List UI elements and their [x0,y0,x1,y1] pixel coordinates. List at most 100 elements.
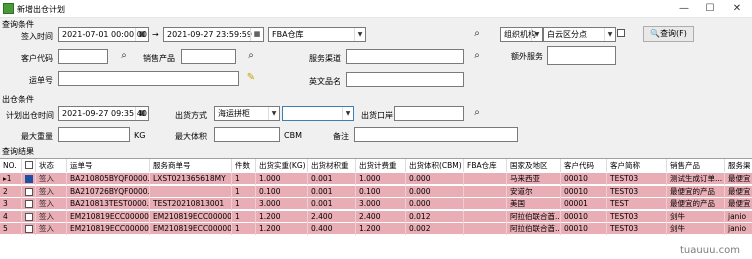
column-header[interactable]: 出货计费重 [356,159,406,172]
column-header[interactable]: 销售产品 [667,159,725,172]
row-checkbox[interactable] [25,200,33,209]
org-checkbox[interactable] [617,29,625,37]
row-checkbox[interactable] [25,225,33,234]
select-all-checkbox[interactable] [25,161,33,169]
query-button[interactable]: 🔍查询(F) [643,26,694,42]
table-row[interactable]: 3 签入 BA210813TEST0000... TEST20210813001 1 3.… [0,198,752,211]
table-cell: 00010 [561,173,607,185]
sign-end-field[interactable]: 2021-09-27 23:59:59 ▦ [163,27,264,42]
column-header[interactable]: 运单号 [67,159,150,172]
column-header[interactable] [22,159,36,172]
column-header[interactable]: 件数 [232,159,256,172]
org-value[interactable]: 白云区分点 ▼ [543,27,616,42]
method-select[interactable]: 海运拼柜 ▼ [214,106,280,121]
row-checkbox[interactable] [25,175,33,183]
table-cell: 剑牛 [667,210,725,223]
table-cell [464,223,507,236]
column-header[interactable]: FBA仓库 [464,159,507,172]
row-checkbox[interactable] [25,187,33,196]
binoculars-icon[interactable]: ⌕ [470,27,484,41]
extra-service-label: 额外服务 [511,52,543,61]
column-header[interactable]: 服务渠 [725,159,752,172]
table-cell: 马来西亚 [507,173,561,185]
app-icon [3,3,14,14]
table-cell: 0.100 [356,185,406,198]
binoculars-icon[interactable]: ⌕ [117,49,131,63]
binoculars-icon[interactable]: ⌕ [244,49,258,63]
table-cell: LXST021365618MY [150,173,232,185]
table-cell: 1 [232,223,256,236]
minimize-button[interactable]: — [672,2,696,16]
close-button[interactable]: ✕ [725,2,749,16]
table-cell: 1 [232,198,256,211]
table-cell: 0.001 [308,198,356,211]
kg-unit: KG [134,131,146,140]
table-row[interactable]: 2 签入 BA210726BYQF0000... 1 0.100 0.001 0.100 0.… [0,185,752,198]
table-row[interactable]: 4 签入 EM210819ECC00000... EM210819ECC00000..… [0,210,752,223]
table-cell [464,185,507,198]
column-header[interactable]: 出货实重(KG) [256,159,308,172]
column-header[interactable]: 出货体积(CBM) [406,159,464,172]
calendar-icon[interactable]: ▦ [135,107,148,120]
column-header[interactable]: 服务商单号 [150,159,232,172]
table-cell: EM210819ECC00000... [150,223,232,236]
port-input[interactable] [394,106,464,121]
service-channel-input[interactable] [346,49,464,64]
binoculars-icon[interactable]: ⌕ [470,49,484,63]
max-volume-input[interactable] [214,127,280,142]
table-cell: BA210813TEST0000... [67,198,150,211]
table-cell: 阿拉伯联合酋... [507,223,561,236]
checkbox-cell [22,223,36,236]
table-cell: 签入 [36,173,67,185]
row-checkbox[interactable] [25,212,33,221]
table-cell: BA210726BYQF0000... [67,185,150,198]
table-cell: 00001 [561,198,607,211]
calendar-icon[interactable]: ▦ [135,28,148,41]
calendar-icon[interactable]: ▦ [250,28,263,41]
table-cell: 3.000 [256,198,308,211]
customer-code-label: 客户代码 [21,54,53,63]
remark-input[interactable] [354,127,518,142]
binoculars-icon[interactable]: ⌕ [470,106,484,120]
cbm-unit: CBM [284,131,302,140]
column-header[interactable]: 客户代码 [561,159,607,172]
max-weight-input[interactable] [58,127,130,142]
customer-code-input[interactable] [58,49,108,64]
maximize-button[interactable]: ☐ [698,2,722,16]
table-cell: 0.000 [406,198,464,211]
table-cell: 最便宜 [725,198,752,210]
table-cell: 1.000 [356,173,406,185]
table-cell: 00010 [561,185,607,198]
table-cell: janio [725,211,752,223]
watermark: tuauuu.com [680,245,740,256]
table-cell: 最便宜 [725,173,752,185]
method-sub-select[interactable]: ▼ [282,106,354,121]
column-header[interactable]: 客户简称 [607,159,667,172]
plan-time-field[interactable]: 2021-09-27 09:35:40 ▦ [58,106,149,121]
table-cell: 4 [0,210,22,223]
table-cell: 1.200 [256,210,308,223]
pencil-icon[interactable]: ✎ [244,71,258,85]
sales-product-input[interactable] [181,49,236,64]
table-cell [464,173,507,185]
table-cell: 00010 [561,223,607,236]
english-name-input[interactable] [346,72,464,87]
service-channel-label: 服务渠道 [309,54,341,63]
waybill-input[interactable] [58,71,239,86]
fba-select[interactable]: FBA仓库 ▼ [268,27,366,42]
org-select[interactable]: 组织机构 ▼ [500,27,543,42]
sign-start-field[interactable]: 2021-07-01 00:00:00 ▦ [58,27,149,42]
column-header[interactable]: 状态 [36,159,67,172]
results-table: NO. 状态 运单号 服务商单号 件数 出货实重(KG) 出货材积重 出货计费重 出货体积(CB… [0,158,752,259]
table-row[interactable]: ▸1 签入 BA210805BYQF0000... LXST021365618MY 1 1… [0,173,752,185]
table-cell: 签入 [36,223,67,236]
max-volume-label: 最大体积 [175,132,207,141]
english-name-label: 英文品名 [309,77,341,86]
column-header[interactable]: NO. [0,159,22,172]
column-header[interactable]: 国家及地区 [507,159,561,172]
table-cell: 美国 [507,198,561,211]
table-row[interactable]: 5 签入 EM210819ECC00000... EM210819ECC00000..… [0,223,752,236]
extra-service-input[interactable] [547,46,616,65]
table-cell: 0.000 [406,173,464,185]
column-header[interactable]: 出货材积重 [308,159,356,172]
